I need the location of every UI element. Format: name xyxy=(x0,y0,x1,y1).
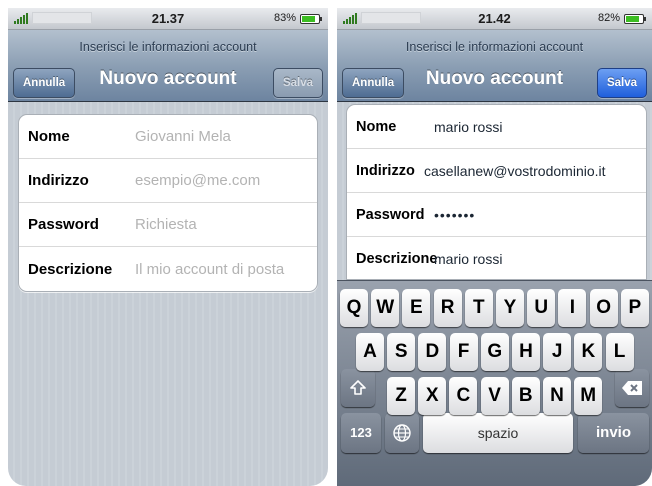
address-field[interactable]: Indirizzo esempio@me.com xyxy=(19,159,317,203)
field-label: Nome xyxy=(356,118,397,135)
key-u[interactable]: U xyxy=(527,289,556,327)
screen-left: 21.37 83% Inserisci le informazioni acco… xyxy=(8,8,328,486)
save-button[interactable]: Salva xyxy=(596,68,647,98)
key-g[interactable]: G xyxy=(480,333,509,371)
status-bar: 21.37 83% xyxy=(8,8,328,30)
description-input[interactable]: Il mio account di posta xyxy=(135,261,284,278)
account-form: Nome mario rossi Indirizzo casellanew@vo… xyxy=(346,104,647,280)
key-i[interactable]: I xyxy=(558,289,587,327)
password-input[interactable]: Richiesta xyxy=(135,216,197,233)
field-label: Nome xyxy=(28,128,70,145)
description-input[interactable]: mario rossi xyxy=(434,251,502,267)
battery-icon xyxy=(300,14,322,24)
key-z[interactable]: Z xyxy=(387,377,415,415)
field-label: Password xyxy=(28,216,99,233)
nav-prompt: Inserisci le informazioni account xyxy=(405,40,584,54)
address-input[interactable]: esempio@me.com xyxy=(135,172,260,189)
key-c[interactable]: C xyxy=(449,377,478,415)
navigation-bar: Inserisci le informazioni account Annull… xyxy=(337,30,652,102)
globe-icon[interactable] xyxy=(385,413,419,453)
field-label: Password xyxy=(356,206,425,223)
password-field[interactable]: Password ••••••• xyxy=(347,193,646,237)
key-e[interactable]: E xyxy=(402,289,431,327)
name-input[interactable]: Giovanni Mela xyxy=(135,128,231,145)
key-p[interactable]: P xyxy=(620,289,649,327)
key-h[interactable]: H xyxy=(512,333,540,371)
enter-key[interactable]: invio xyxy=(578,413,649,453)
space-key[interactable]: spazio xyxy=(423,413,573,453)
password-input[interactable]: ••••••• xyxy=(434,207,475,223)
field-label: Indirizzo xyxy=(356,162,415,179)
shift-icon[interactable] xyxy=(341,369,375,407)
account-form: Nome Giovanni Mela Indirizzo esempio@me.… xyxy=(18,114,318,292)
key-j[interactable]: J xyxy=(543,333,572,371)
field-label: Descrizione xyxy=(28,260,113,278)
key-s[interactable]: S xyxy=(387,333,416,371)
key-r[interactable]: R xyxy=(433,289,462,327)
key-k[interactable]: K xyxy=(574,333,603,371)
numbers-key[interactable]: 123 xyxy=(341,413,381,453)
battery-percent: 82% xyxy=(597,12,620,24)
name-field[interactable]: Nome mario rossi xyxy=(347,105,646,149)
name-field[interactable]: Nome Giovanni Mela xyxy=(19,115,317,159)
key-t[interactable]: T xyxy=(464,289,493,327)
key-l[interactable]: L xyxy=(605,333,634,371)
key-v[interactable]: V xyxy=(480,377,509,415)
key-o[interactable]: O xyxy=(589,289,618,327)
key-f[interactable]: F xyxy=(449,333,478,371)
backspace-icon[interactable] xyxy=(615,369,649,407)
nav-prompt: Inserisci le informazioni account xyxy=(79,40,257,54)
navigation-bar: Inserisci le informazioni account Annull… xyxy=(8,30,328,102)
keyboard: 123 spazio invio QWERTYUIOP ASDFGHJKL ZXCV… xyxy=(337,280,652,486)
key-q[interactable]: Q xyxy=(340,289,368,327)
password-field[interactable]: Password Richiesta xyxy=(19,203,317,247)
field-label: Descrizione xyxy=(356,251,438,267)
key-n[interactable]: N xyxy=(543,377,571,415)
address-field[interactable]: Indirizzo casellanew@vostrodominio.it xyxy=(347,149,646,193)
save-button[interactable]: Salva xyxy=(272,68,323,98)
field-label: Indirizzo xyxy=(28,172,89,189)
key-w[interactable]: W xyxy=(371,289,400,327)
key-y[interactable]: Y xyxy=(496,289,524,327)
battery-percent: 83% xyxy=(273,12,296,24)
address-input[interactable]: casellanew@vostrodominio.it xyxy=(424,163,606,179)
screen-right: 21.42 82% Inserisci le informazioni acco… xyxy=(337,8,652,486)
key-x[interactable]: X xyxy=(418,377,447,415)
status-bar: 21.42 82% xyxy=(337,8,652,30)
battery-icon xyxy=(624,14,646,24)
key-b[interactable]: B xyxy=(511,377,540,415)
key-a[interactable]: A xyxy=(356,333,384,371)
description-field[interactable]: Descrizione mario rossi xyxy=(347,237,646,279)
name-input[interactable]: mario rossi xyxy=(434,119,502,135)
key-d[interactable]: D xyxy=(418,333,447,371)
description-field[interactable]: Descrizione Il mio account di posta xyxy=(19,247,317,291)
key-m[interactable]: M xyxy=(574,377,603,415)
